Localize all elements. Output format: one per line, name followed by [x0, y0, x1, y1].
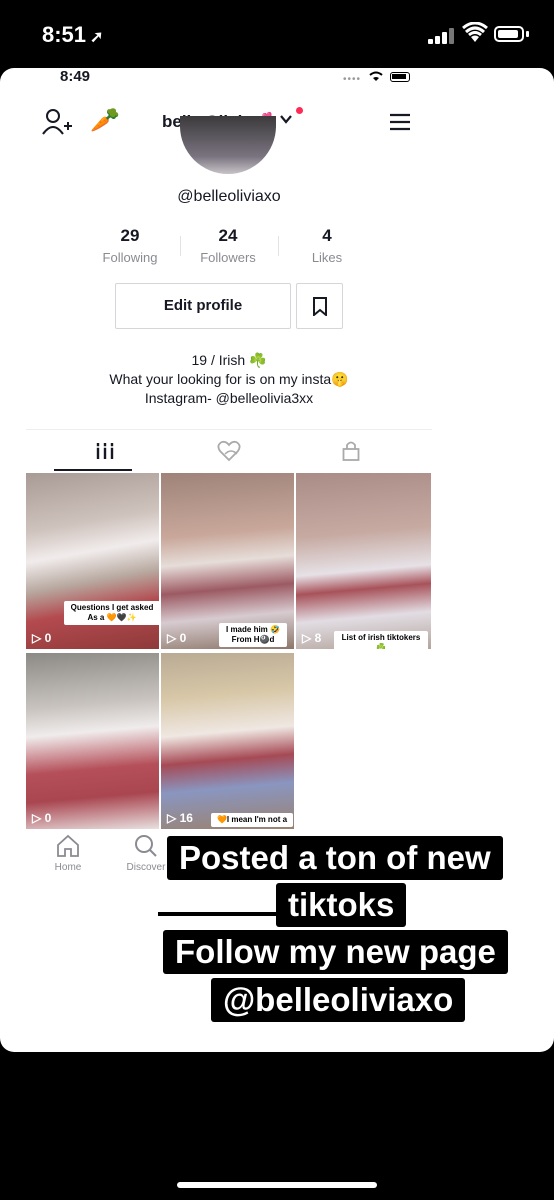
battery-icon	[494, 26, 524, 42]
bookmark-button[interactable]	[296, 283, 343, 329]
outer-status-bar: 8:51 ➚	[0, 0, 554, 68]
home-indicator[interactable]	[177, 1182, 377, 1188]
username: @belleoliviaxo	[177, 188, 281, 205]
heart-hidden-icon	[217, 440, 241, 462]
play-count: ▷ 0	[167, 631, 187, 645]
play-count: ▷ 16	[167, 811, 193, 825]
video-thumbnail[interactable]: I made him 🤣 From H🎱d ▷ 0	[161, 473, 294, 649]
video-thumbnail[interactable]: List of irish tiktokers☘️ ▷ 8	[296, 473, 431, 649]
notification-dot	[296, 107, 303, 114]
video-caption: List of irish tiktokers☘️	[334, 631, 428, 649]
tab-private[interactable]	[296, 430, 431, 472]
inner-time: 8:49	[60, 68, 91, 85]
bio-line: What your looking for is on my insta🤫	[109, 371, 349, 387]
location-arrow-icon: ➚	[90, 29, 104, 46]
inner-battery-icon	[390, 72, 410, 82]
story-text-line: @belleoliviaxo	[211, 978, 466, 1022]
battery-tip	[526, 31, 529, 37]
stat-likes[interactable]: 4 Likes	[277, 226, 377, 265]
home-icon	[57, 834, 79, 857]
grid-icon	[96, 443, 114, 459]
story-text-line: Follow my new page	[163, 930, 508, 974]
video-thumbnail[interactable]: 🧡I mean I'm not a ▷ 16	[161, 653, 294, 829]
active-tab-indicator	[54, 469, 132, 471]
story-underline	[158, 912, 276, 916]
video-caption: I made him 🤣 From H🎱d	[219, 623, 287, 647]
edit-profile-button[interactable]: Edit profile	[115, 283, 291, 329]
search-icon	[135, 835, 157, 857]
story-text-line: Posted a ton of new	[167, 836, 503, 880]
tab-videos[interactable]	[26, 430, 161, 472]
add-friend-icon[interactable]	[42, 108, 72, 136]
chevron-down-icon[interactable]	[279, 112, 293, 126]
play-count: ▷ 0	[32, 811, 52, 825]
tab-home[interactable]: Home	[38, 833, 98, 873]
video-caption: 🧡I mean I'm not a	[211, 813, 293, 827]
bio-line[interactable]: Instagram- @belleolivia3xx	[0, 389, 458, 408]
play-count: ▷ 0	[32, 631, 52, 645]
content-tabs	[26, 429, 432, 474]
stat-following[interactable]: 29 Following	[80, 226, 180, 265]
avatar[interactable]	[180, 116, 276, 174]
wifi-icon	[462, 22, 488, 42]
video-thumbnail[interactable]: Questions I get asked As a 🧡🖤✨ ▷ 0	[26, 473, 159, 649]
inner-wifi-icon	[369, 71, 383, 81]
story-text-line: tiktoks	[276, 883, 407, 927]
menu-icon[interactable]	[388, 112, 412, 132]
signal-icon	[428, 26, 458, 44]
carrot-icon: 🥕	[90, 107, 120, 134]
stat-followers[interactable]: 24 Followers	[178, 226, 278, 265]
bookmark-icon	[313, 297, 327, 316]
tab-liked[interactable]	[161, 430, 296, 472]
play-count: ▷ 8	[302, 631, 322, 645]
inner-signal-dots: ••••	[343, 74, 362, 85]
video-thumbnail[interactable]: ▷ 0	[26, 653, 159, 829]
lock-icon	[342, 441, 360, 461]
outer-time: 8:51 ➚	[42, 22, 104, 47]
bio-line: 19 / Irish ☘️	[191, 352, 267, 368]
video-caption: Questions I get asked As a 🧡🖤✨	[64, 601, 159, 625]
